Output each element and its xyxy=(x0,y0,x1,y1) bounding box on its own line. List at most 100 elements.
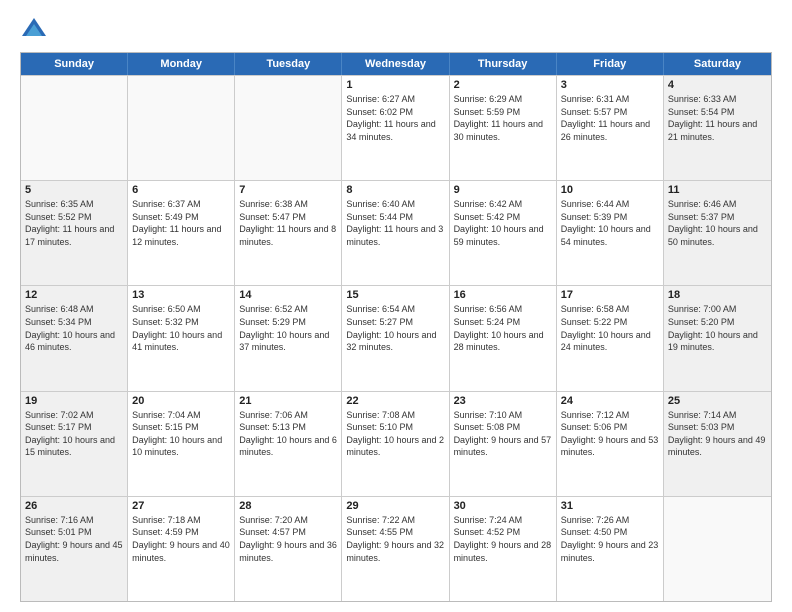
cal-cell-18: 18 Sunrise: 7:00 AM Sunset: 5:20 PM Dayli… xyxy=(664,286,771,390)
cell-text: Sunrise: 7:12 AM Sunset: 5:06 PM Dayligh… xyxy=(561,409,659,459)
cell-text: Sunrise: 7:18 AM Sunset: 4:59 PM Dayligh… xyxy=(132,514,230,564)
cell-text: Sunrise: 7:24 AM Sunset: 4:52 PM Dayligh… xyxy=(454,514,552,564)
cal-cell-4: 4 Sunrise: 6:33 AM Sunset: 5:54 PM Daylig… xyxy=(664,76,771,180)
cell-text: Sunrise: 7:14 AM Sunset: 5:03 PM Dayligh… xyxy=(668,409,767,459)
cal-cell-12: 12 Sunrise: 6:48 AM Sunset: 5:34 PM Dayli… xyxy=(21,286,128,390)
day-number: 6 xyxy=(132,184,230,196)
cell-text: Sunrise: 6:46 AM Sunset: 5:37 PM Dayligh… xyxy=(668,198,767,248)
cal-cell-20: 20Sunrise: 7:04 AM Sunset: 5:15 PM Dayli… xyxy=(128,392,235,496)
cal-cell-5: 5Sunrise: 6:35 AM Sunset: 5:52 PM Daylig… xyxy=(21,181,128,285)
cal-cell-8: 8 Sunrise: 6:40 AM Sunset: 5:44 PM Daylig… xyxy=(342,181,449,285)
cell-text: Sunrise: 6:38 AM Sunset: 5:47 PM Dayligh… xyxy=(239,198,337,248)
cal-cell-27: 27 Sunrise: 7:18 AM Sunset: 4:59 PM Dayli… xyxy=(128,497,235,601)
header-day-monday: Monday xyxy=(128,53,235,75)
day-number: 10 xyxy=(561,184,659,196)
day-number: 11 xyxy=(668,184,767,196)
cal-cell-23: 23 Sunrise: 7:10 AM Sunset: 5:08 PM Dayli… xyxy=(450,392,557,496)
cell-text: Sunrise: 7:02 AM Sunset: 5:17 PM Dayligh… xyxy=(25,409,123,459)
cell-text: Sunrise: 6:33 AM Sunset: 5:54 PM Dayligh… xyxy=(668,93,767,143)
day-number: 23 xyxy=(454,395,552,407)
cal-cell-14: 14Sunrise: 6:52 AM Sunset: 5:29 PM Dayli… xyxy=(235,286,342,390)
day-number: 3 xyxy=(561,79,659,91)
cell-text: Sunrise: 6:58 AM Sunset: 5:22 PM Dayligh… xyxy=(561,303,659,353)
cal-cell-30: 30 Sunrise: 7:24 AM Sunset: 4:52 PM Dayli… xyxy=(450,497,557,601)
day-number: 29 xyxy=(346,500,444,512)
week-row-4: 26 Sunrise: 7:16 AM Sunset: 5:01 PM Dayli… xyxy=(21,496,771,601)
day-number: 7 xyxy=(239,184,337,196)
cell-text: Sunrise: 7:22 AM Sunset: 4:55 PM Dayligh… xyxy=(346,514,444,564)
cal-cell-3: 3 Sunrise: 6:31 AM Sunset: 5:57 PM Daylig… xyxy=(557,76,664,180)
day-number: 2 xyxy=(454,79,552,91)
cell-text: Sunrise: 7:20 AM Sunset: 4:57 PM Dayligh… xyxy=(239,514,337,564)
day-number: 17 xyxy=(561,289,659,301)
cell-text: Sunrise: 7:16 AM Sunset: 5:01 PM Dayligh… xyxy=(25,514,123,564)
header-day-tuesday: Tuesday xyxy=(235,53,342,75)
cal-cell-empty-0-2 xyxy=(235,76,342,180)
cell-text: Sunrise: 6:27 AM Sunset: 6:02 PM Dayligh… xyxy=(346,93,444,143)
cal-cell-28: 28 Sunrise: 7:20 AM Sunset: 4:57 PM Dayli… xyxy=(235,497,342,601)
week-row-0: 1 Sunrise: 6:27 AM Sunset: 6:02 PM Daylig… xyxy=(21,75,771,180)
cell-text: Sunrise: 6:40 AM Sunset: 5:44 PM Dayligh… xyxy=(346,198,444,248)
day-number: 8 xyxy=(346,184,444,196)
cell-text: Sunrise: 6:54 AM Sunset: 5:27 PM Dayligh… xyxy=(346,303,444,353)
day-number: 22 xyxy=(346,395,444,407)
day-number: 19 xyxy=(25,395,123,407)
day-number: 1 xyxy=(346,79,444,91)
cal-cell-29: 29 Sunrise: 7:22 AM Sunset: 4:55 PM Dayli… xyxy=(342,497,449,601)
header-day-thursday: Thursday xyxy=(450,53,557,75)
cal-cell-empty-0-0 xyxy=(21,76,128,180)
cal-cell-26: 26 Sunrise: 7:16 AM Sunset: 5:01 PM Dayli… xyxy=(21,497,128,601)
cell-text: Sunrise: 7:08 AM Sunset: 5:10 PM Dayligh… xyxy=(346,409,444,459)
cell-text: Sunrise: 6:42 AM Sunset: 5:42 PM Dayligh… xyxy=(454,198,552,248)
cal-cell-6: 6Sunrise: 6:37 AM Sunset: 5:49 PM Daylig… xyxy=(128,181,235,285)
day-number: 30 xyxy=(454,500,552,512)
calendar: SundayMondayTuesdayWednesdayThursdayFrid… xyxy=(20,52,772,602)
day-number: 26 xyxy=(25,500,123,512)
cal-cell-empty-4-6 xyxy=(664,497,771,601)
header-day-sunday: Sunday xyxy=(21,53,128,75)
cell-text: Sunrise: 6:31 AM Sunset: 5:57 PM Dayligh… xyxy=(561,93,659,143)
cal-cell-22: 22 Sunrise: 7:08 AM Sunset: 5:10 PM Dayli… xyxy=(342,392,449,496)
cal-cell-19: 19 Sunrise: 7:02 AM Sunset: 5:17 PM Dayli… xyxy=(21,392,128,496)
header-day-saturday: Saturday xyxy=(664,53,771,75)
day-number: 27 xyxy=(132,500,230,512)
cal-cell-1: 1 Sunrise: 6:27 AM Sunset: 6:02 PM Daylig… xyxy=(342,76,449,180)
week-row-2: 12 Sunrise: 6:48 AM Sunset: 5:34 PM Dayli… xyxy=(21,285,771,390)
cell-text: Sunrise: 7:26 AM Sunset: 4:50 PM Dayligh… xyxy=(561,514,659,564)
day-number: 13 xyxy=(132,289,230,301)
day-number: 20 xyxy=(132,395,230,407)
day-number: 4 xyxy=(668,79,767,91)
logo-icon xyxy=(20,16,48,44)
page: SundayMondayTuesdayWednesdayThursdayFrid… xyxy=(0,0,792,612)
day-number: 24 xyxy=(561,395,659,407)
day-number: 15 xyxy=(346,289,444,301)
day-number: 12 xyxy=(25,289,123,301)
day-number: 5 xyxy=(25,184,123,196)
calendar-body: 1 Sunrise: 6:27 AM Sunset: 6:02 PM Daylig… xyxy=(21,75,771,601)
logo xyxy=(20,16,52,44)
calendar-header: SundayMondayTuesdayWednesdayThursdayFrid… xyxy=(21,53,771,75)
cell-text: Sunrise: 7:10 AM Sunset: 5:08 PM Dayligh… xyxy=(454,409,552,459)
day-number: 16 xyxy=(454,289,552,301)
cal-cell-13: 13 Sunrise: 6:50 AM Sunset: 5:32 PM Dayli… xyxy=(128,286,235,390)
day-number: 28 xyxy=(239,500,337,512)
day-number: 14 xyxy=(239,289,337,301)
cal-cell-2: 2Sunrise: 6:29 AM Sunset: 5:59 PM Daylig… xyxy=(450,76,557,180)
cell-text: Sunrise: 6:48 AM Sunset: 5:34 PM Dayligh… xyxy=(25,303,123,353)
cal-cell-31: 31 Sunrise: 7:26 AM Sunset: 4:50 PM Dayli… xyxy=(557,497,664,601)
day-number: 18 xyxy=(668,289,767,301)
cal-cell-7: 7 Sunrise: 6:38 AM Sunset: 5:47 PM Daylig… xyxy=(235,181,342,285)
week-row-3: 19 Sunrise: 7:02 AM Sunset: 5:17 PM Dayli… xyxy=(21,391,771,496)
day-number: 9 xyxy=(454,184,552,196)
day-number: 31 xyxy=(561,500,659,512)
day-number: 25 xyxy=(668,395,767,407)
cal-cell-9: 9 Sunrise: 6:42 AM Sunset: 5:42 PM Daylig… xyxy=(450,181,557,285)
cell-text: Sunrise: 7:00 AM Sunset: 5:20 PM Dayligh… xyxy=(668,303,767,353)
cal-cell-10: 10Sunrise: 6:44 AM Sunset: 5:39 PM Dayli… xyxy=(557,181,664,285)
cal-cell-11: 11 Sunrise: 6:46 AM Sunset: 5:37 PM Dayli… xyxy=(664,181,771,285)
header-day-friday: Friday xyxy=(557,53,664,75)
cell-text: Sunrise: 6:50 AM Sunset: 5:32 PM Dayligh… xyxy=(132,303,230,353)
cal-cell-21: 21Sunrise: 7:06 AM Sunset: 5:13 PM Dayli… xyxy=(235,392,342,496)
header-day-wednesday: Wednesday xyxy=(342,53,449,75)
day-number: 21 xyxy=(239,395,337,407)
